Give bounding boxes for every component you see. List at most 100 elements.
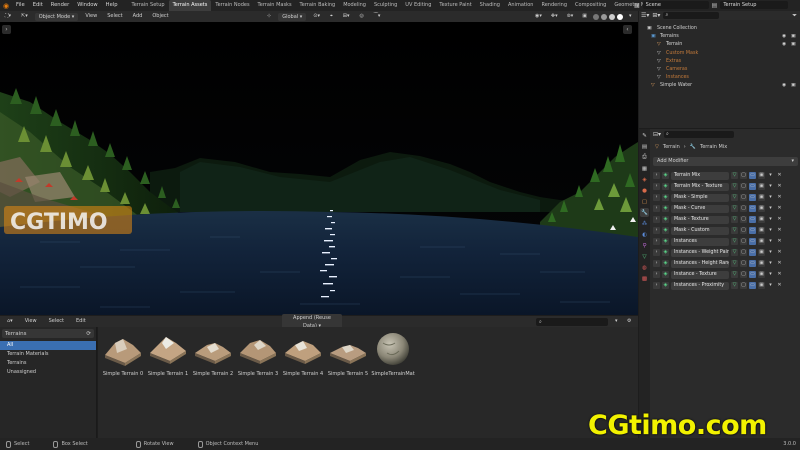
- render-toggle-icon[interactable]: ▣: [758, 249, 765, 256]
- visibility-icon[interactable]: ◉▾: [532, 12, 545, 21]
- render-toggle-icon[interactable]: ▣: [758, 216, 765, 223]
- outliner-row[interactable]: ▽ Custom Mask: [639, 50, 800, 58]
- cage-toggle-icon[interactable]: ▢: [740, 249, 747, 256]
- modifier-tab-icon[interactable]: 🔧: [640, 208, 649, 217]
- outliner-row[interactable]: ▽ Terrain ◉ ▣: [639, 41, 800, 49]
- outliner-row[interactable]: ▽ Cameras: [639, 66, 800, 74]
- blender-logo-icon[interactable]: ◉: [0, 0, 12, 11]
- overlays-icon[interactable]: ⊚▾: [564, 12, 577, 21]
- sidebar-toggle-icon[interactable]: ‹: [623, 25, 632, 34]
- edit-mode-toggle-icon[interactable]: ▽: [731, 249, 738, 256]
- workspace-tab[interactable]: Rendering: [537, 0, 571, 11]
- remove-x-icon[interactable]: ✕: [776, 194, 783, 201]
- cage-toggle-icon[interactable]: ▢: [740, 282, 747, 289]
- edit-mode-toggle-icon[interactable]: ▽: [731, 238, 738, 245]
- menu-render[interactable]: Render: [47, 0, 73, 11]
- dropdown-chevron-icon[interactable]: ▾: [767, 172, 774, 179]
- viewport-toggle-icon[interactable]: ▭: [749, 172, 756, 179]
- modifier-row[interactable]: › ◈ Terrain Mix ▽ ▢ ▭ ▣ ▾ ✕: [653, 171, 800, 180]
- modifier-row[interactable]: › ◈ Instances - Weight Paint ▽ ▢ ▭ ▣ ▾ ✕: [653, 248, 800, 257]
- outliner-search-input[interactable]: ⌕: [663, 12, 720, 19]
- render-tab-icon[interactable]: ▤: [640, 142, 649, 151]
- workspace-tab[interactable]: Terrain Nodes: [211, 0, 253, 11]
- ab-menu-edit[interactable]: Edit: [73, 317, 89, 326]
- visibility-eye-icon[interactable]: ◉: [782, 41, 786, 49]
- expand-chevron-icon[interactable]: ›: [653, 216, 660, 223]
- edit-mode-toggle-icon[interactable]: ▽: [731, 282, 738, 289]
- dropdown-chevron-icon[interactable]: ▾: [767, 205, 774, 212]
- modifier-row[interactable]: › ◈ Instances - Proximity ▽ ▢ ▭ ▣ ▾ ✕: [653, 281, 800, 290]
- viewport-toggle-icon[interactable]: ▭: [749, 216, 756, 223]
- outliner-row[interactable]: ▣ Scene Collection: [639, 25, 800, 33]
- cage-toggle-icon[interactable]: ▢: [740, 172, 747, 179]
- cage-toggle-icon[interactable]: ▢: [740, 183, 747, 190]
- workspace-tab[interactable]: Terrain Assets: [168, 0, 212, 11]
- scene-selector[interactable]: Scene: [642, 1, 709, 9]
- render-toggle-icon[interactable]: ▣: [758, 172, 765, 179]
- filter-icon[interactable]: ⏷: [792, 12, 797, 20]
- object-tab-icon[interactable]: ▢: [640, 197, 649, 206]
- modifier-name-field[interactable]: Instances - Weight Paint: [671, 248, 729, 257]
- remove-x-icon[interactable]: ✕: [776, 282, 783, 289]
- menu-add[interactable]: Add: [130, 12, 146, 21]
- render-toggle-icon[interactable]: ▣: [758, 271, 765, 278]
- editor-type-icon[interactable]: ⊟▾: [653, 131, 661, 138]
- solid-shading-icon[interactable]: [601, 13, 608, 20]
- cage-toggle-icon[interactable]: ▢: [740, 227, 747, 234]
- scene-tab-icon[interactable]: ◈: [640, 175, 649, 184]
- workspace-tab[interactable]: Shading: [476, 0, 504, 11]
- mode-dropdown[interactable]: Object Mode ▾: [34, 12, 79, 21]
- viewport-toggle-icon[interactable]: ▭: [749, 238, 756, 245]
- view-layer-selector[interactable]: Terrain Setup: [720, 1, 789, 9]
- dropdown-chevron-icon[interactable]: ▾: [767, 227, 774, 234]
- cage-toggle-icon[interactable]: ▢: [740, 194, 747, 201]
- asset-tile[interactable]: Simple Terrain 1: [145, 331, 191, 377]
- remove-x-icon[interactable]: ✕: [776, 216, 783, 223]
- world-tab-icon[interactable]: ●: [640, 186, 649, 195]
- dropdown-chevron-icon[interactable]: ▾: [767, 282, 774, 289]
- edit-mode-toggle-icon[interactable]: ▽: [731, 227, 738, 234]
- menu-view[interactable]: View: [82, 12, 100, 21]
- expand-chevron-icon[interactable]: ›: [653, 183, 660, 190]
- menu-edit[interactable]: Edit: [29, 0, 47, 11]
- category-terrain-materials[interactable]: Terrain Materials: [0, 350, 96, 359]
- asset-tile[interactable]: Simple Terrain 3: [235, 331, 281, 377]
- edit-mode-toggle-icon[interactable]: ▽: [731, 216, 738, 223]
- dropdown-chevron-icon[interactable]: ▾: [767, 260, 774, 267]
- modifier-name-field[interactable]: Instance - Texture: [671, 270, 729, 279]
- edit-mode-toggle-icon[interactable]: ▽: [731, 260, 738, 267]
- modifier-name-field[interactable]: Mask - Custom: [671, 226, 729, 235]
- 3d-viewport[interactable]: ‹ ›: [0, 22, 638, 315]
- dropdown-chevron-icon[interactable]: ▾: [767, 238, 774, 245]
- outliner-row[interactable]: ▣ Terrains ◉ ▣: [639, 33, 800, 41]
- workspace-tab[interactable]: UV Editing: [401, 0, 435, 11]
- snap-icon[interactable]: ⌖: [327, 12, 336, 21]
- physics-tab-icon[interactable]: ◐: [640, 230, 649, 239]
- ab-menu-select[interactable]: Select: [46, 317, 67, 326]
- material-shading-icon[interactable]: [609, 13, 616, 20]
- material-tab-icon[interactable]: ◍: [640, 263, 649, 272]
- modifier-name-field[interactable]: Instances: [671, 237, 729, 246]
- tool-settings-icon[interactable]: ›: [2, 25, 11, 34]
- orientation-dropdown[interactable]: Global ▾: [278, 12, 307, 21]
- modifier-row[interactable]: › ◈ Mask - Curve ▽ ▢ ▭ ▣ ▾ ✕: [653, 204, 800, 213]
- viewport-toggle-icon[interactable]: ▭: [749, 205, 756, 212]
- edit-mode-toggle-icon[interactable]: ▽: [731, 172, 738, 179]
- cage-toggle-icon[interactable]: ▢: [740, 216, 747, 223]
- menu-help[interactable]: Help: [102, 0, 122, 11]
- viewport-toggle-icon[interactable]: ▭: [749, 271, 756, 278]
- modifier-row[interactable]: › ◈ Mask - Simple ▽ ▢ ▭ ▣ ▾ ✕: [653, 193, 800, 202]
- visibility-eye-icon[interactable]: ◉: [782, 82, 786, 90]
- workspace-tab[interactable]: Terrain Setup: [128, 0, 169, 11]
- outliner-row[interactable]: ▽ Extras: [639, 58, 800, 66]
- workspace-tab[interactable]: Sculpting: [370, 0, 401, 11]
- add-modifier-button[interactable]: Add Modifier ▾: [653, 157, 798, 166]
- asset-tile[interactable]: Simple Terrain 5: [325, 331, 371, 377]
- display-mode-icon[interactable]: ⊞▾: [652, 12, 660, 19]
- workspace-tab[interactable]: Texture Paint: [435, 0, 475, 11]
- modifier-row[interactable]: › ◈ Instances ▽ ▢ ▭ ▣ ▾ ✕: [653, 237, 800, 246]
- particles-tab-icon[interactable]: ⁂: [640, 219, 649, 228]
- render-toggle-icon[interactable]: ▣: [758, 282, 765, 289]
- modifier-row[interactable]: › ◈ Instances - Height Range ▽ ▢ ▭ ▣ ▾ ✕: [653, 259, 800, 268]
- render-visibility-icon[interactable]: ▣: [791, 82, 796, 90]
